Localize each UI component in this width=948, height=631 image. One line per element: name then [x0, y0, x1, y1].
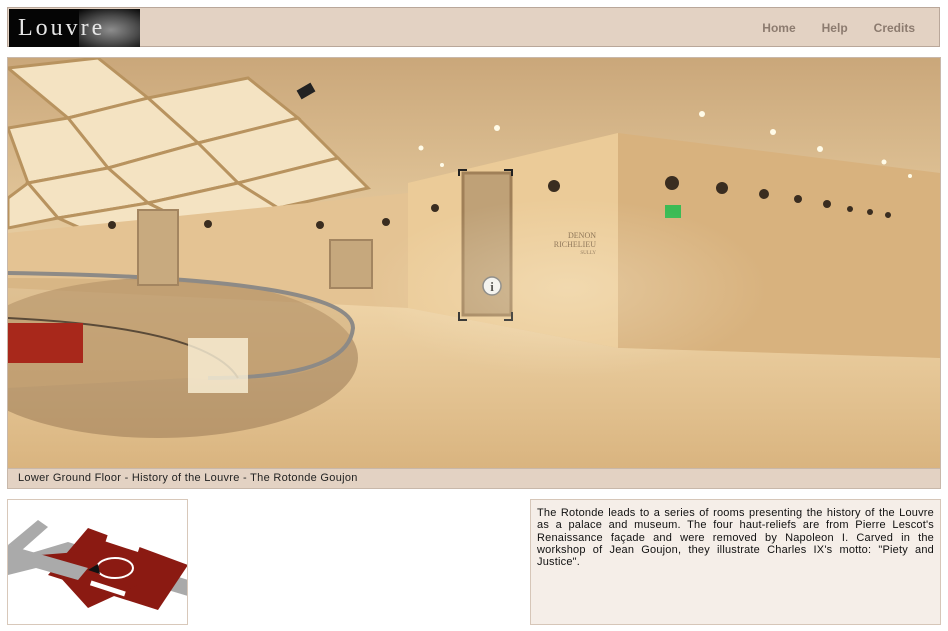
header-bar: Louvre Home Help Credits	[7, 7, 940, 47]
description-panel: The Rotonde leads to a series of rooms p…	[530, 499, 941, 625]
nav-credits-link[interactable]: Credits	[874, 21, 915, 35]
nav-home-link[interactable]: Home	[762, 21, 795, 35]
panorama-viewer[interactable]: i DENON RICHELIEU SULLY Lower Ground Flo…	[7, 57, 941, 489]
louvre-logo[interactable]: Louvre	[9, 9, 140, 47]
panorama-image[interactable]: i DENON RICHELIEU SULLY	[8, 58, 940, 470]
nav-help-link[interactable]: Help	[822, 21, 848, 35]
location-caption: Lower Ground Floor - History of the Louv…	[8, 468, 940, 488]
logo-text: Louvre	[18, 15, 106, 41]
top-navigation: Home Help Credits	[762, 21, 915, 35]
floor-map[interactable]	[7, 499, 188, 625]
relief-left	[137, 209, 179, 286]
